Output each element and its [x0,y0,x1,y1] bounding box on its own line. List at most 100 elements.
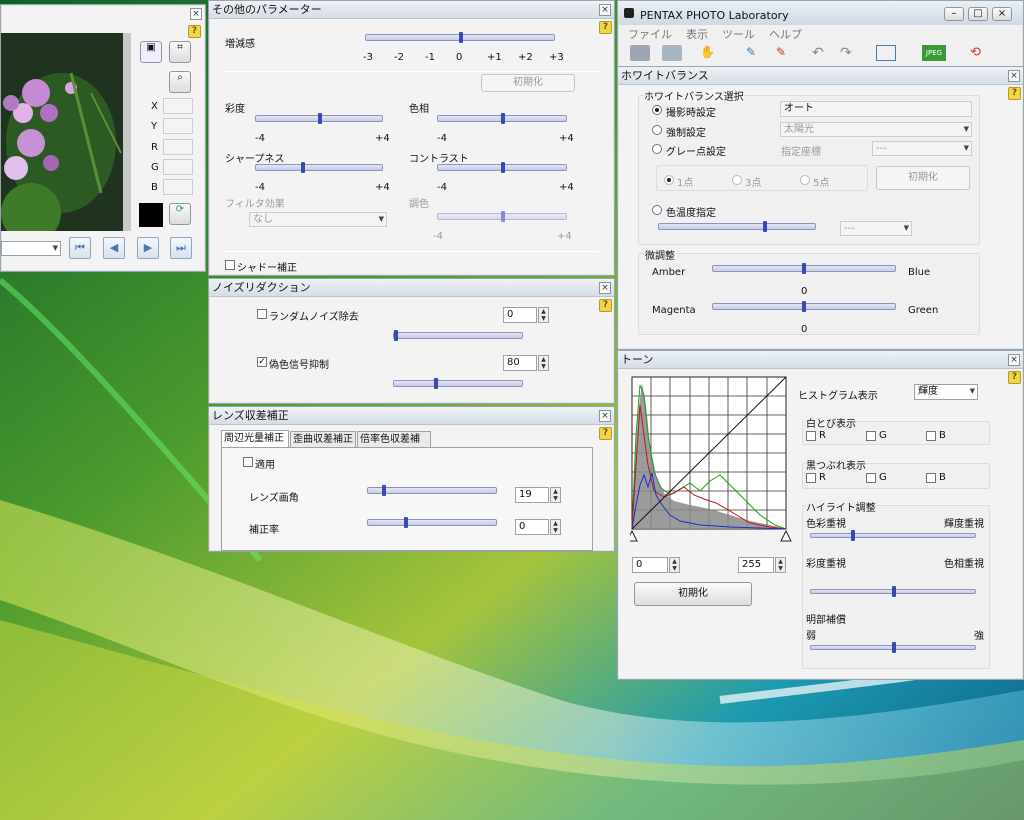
close-icon[interactable]: × [190,8,202,20]
hue-slider[interactable] [437,113,567,124]
help-icon[interactable]: ? [599,427,612,440]
convert-icon[interactable]: ✎ [776,45,796,61]
false-color-spin[interactable]: ▲ ▼ [538,355,549,371]
histogram-select[interactable]: 輝度 ▼ [914,384,978,400]
slider-thumb[interactable] [501,162,505,173]
high-value[interactable]: 255 [738,557,774,573]
contrast-slider[interactable] [437,162,567,173]
slider-thumb[interactable] [851,530,855,541]
rate-slider[interactable] [367,517,497,528]
help-icon[interactable]: ? [1008,87,1021,100]
color-luminance-slider[interactable] [810,530,976,541]
false-color-value[interactable]: 80 [503,355,537,371]
next-icon[interactable]: ▶ [137,237,159,259]
shadow-g-checkbox[interactable] [866,473,876,483]
rate-value[interactable]: 0 [515,519,549,535]
random-noise-spin[interactable]: ▲ ▼ [538,307,549,323]
angle-spin[interactable]: ▲ ▼ [550,487,561,503]
tab-chromatic[interactable]: 倍率色収差補正 [357,431,431,460]
minimize-button[interactable]: – [944,7,964,21]
magenta-green-slider[interactable] [712,301,896,312]
gain-slider[interactable] [365,32,555,43]
help-icon[interactable]: ? [599,21,612,34]
help-icon[interactable]: ? [1008,371,1021,384]
slider-thumb[interactable] [301,162,305,173]
tab-vignetting[interactable]: 周辺光量補正 [221,430,289,447]
random-noise-checkbox[interactable] [257,309,267,319]
slider-thumb[interactable] [892,586,896,597]
tab-distortion[interactable]: 歪曲収差補正 [290,431,356,447]
jpeg-icon[interactable]: JPEG [922,45,946,61]
highlight-g-checkbox[interactable] [866,431,876,441]
radio-1pt[interactable] [664,175,674,185]
slider-thumb[interactable] [802,263,806,274]
shadow-checkbox[interactable] [225,260,235,270]
radio-5pt[interactable] [800,175,810,185]
random-noise-value[interactable]: 0 [503,307,537,323]
amber-blue-slider[interactable] [712,263,896,274]
slider-thumb[interactable] [802,301,806,312]
help-icon[interactable]: ? [599,299,612,312]
refresh-icon[interactable]: ⟳ [169,203,191,225]
crop-icon[interactable]: ⌗ [169,41,191,63]
reset-button[interactable]: 初期化 [634,582,752,606]
last-icon[interactable]: ⏭ [170,237,192,259]
angle-value[interactable]: 19 [515,487,549,503]
image-select[interactable]: ▼ [1,241,61,256]
menu-tools[interactable]: ツール [722,28,755,41]
close-icon[interactable]: × [1008,354,1020,366]
open-icon[interactable] [630,45,650,61]
rate-spin[interactable]: ▲ ▼ [550,519,561,535]
menu-help[interactable]: ヘルプ [769,28,802,41]
prev-icon[interactable]: ◀ [103,237,125,259]
radio-force[interactable] [652,125,662,135]
radio-shoot[interactable] [652,105,662,115]
zoom-icon[interactable]: ⌕ [169,71,191,93]
reset-button[interactable]: 初期化 [876,166,970,190]
slider-thumb[interactable] [404,517,408,528]
slider-thumb[interactable] [394,330,398,341]
high-spin[interactable]: ▲ ▼ [775,557,786,573]
slider-thumb[interactable] [501,113,505,124]
close-icon[interactable]: × [599,410,611,422]
maximize-button[interactable]: □ [968,7,988,21]
first-icon[interactable]: ⏮ [69,237,91,259]
saturation-hue-slider[interactable] [810,586,976,597]
slider-thumb[interactable] [382,485,386,496]
slider-thumb[interactable] [892,642,896,653]
highlight-r-checkbox[interactable] [806,431,816,441]
false-color-slider[interactable] [393,378,523,389]
close-icon[interactable]: × [599,4,611,16]
process-icon[interactable]: ✎ [746,45,766,61]
close-icon[interactable]: × [1008,70,1020,82]
menu-file[interactable]: ファイル [628,28,672,41]
save-icon[interactable] [662,45,682,61]
undo-icon[interactable]: ↶ [812,45,832,61]
angle-slider[interactable] [367,485,497,496]
low-spin[interactable]: ▲ ▼ [669,557,680,573]
radio-3pt[interactable] [732,175,742,185]
low-value[interactable]: 0 [632,557,668,573]
temp-slider[interactable] [658,221,816,232]
menu-view[interactable]: 表示 [686,28,708,41]
close-icon[interactable]: × [599,282,611,294]
slider-thumb[interactable] [459,32,463,43]
shadow-r-checkbox[interactable] [806,473,816,483]
tone-curve-histogram[interactable] [630,375,792,543]
random-noise-slider[interactable] [393,330,523,341]
apply-checkbox[interactable] [243,457,253,467]
help-icon[interactable]: ? [188,25,201,38]
shadow-b-checkbox[interactable] [926,473,936,483]
highlight-b-checkbox[interactable] [926,431,936,441]
radio-temp[interactable] [652,205,662,215]
print-icon[interactable]: ▣ [140,41,162,63]
radio-gray[interactable] [652,144,662,154]
compare-icon[interactable] [876,45,896,61]
brightness-comp-slider[interactable] [810,642,976,653]
slider-thumb[interactable] [318,113,322,124]
close-button[interactable]: × [992,7,1012,21]
sharpness-slider[interactable] [255,162,383,173]
slider-thumb[interactable] [763,221,767,232]
saturation-slider[interactable] [255,113,383,124]
false-color-checkbox[interactable]: ✓ [257,357,267,367]
